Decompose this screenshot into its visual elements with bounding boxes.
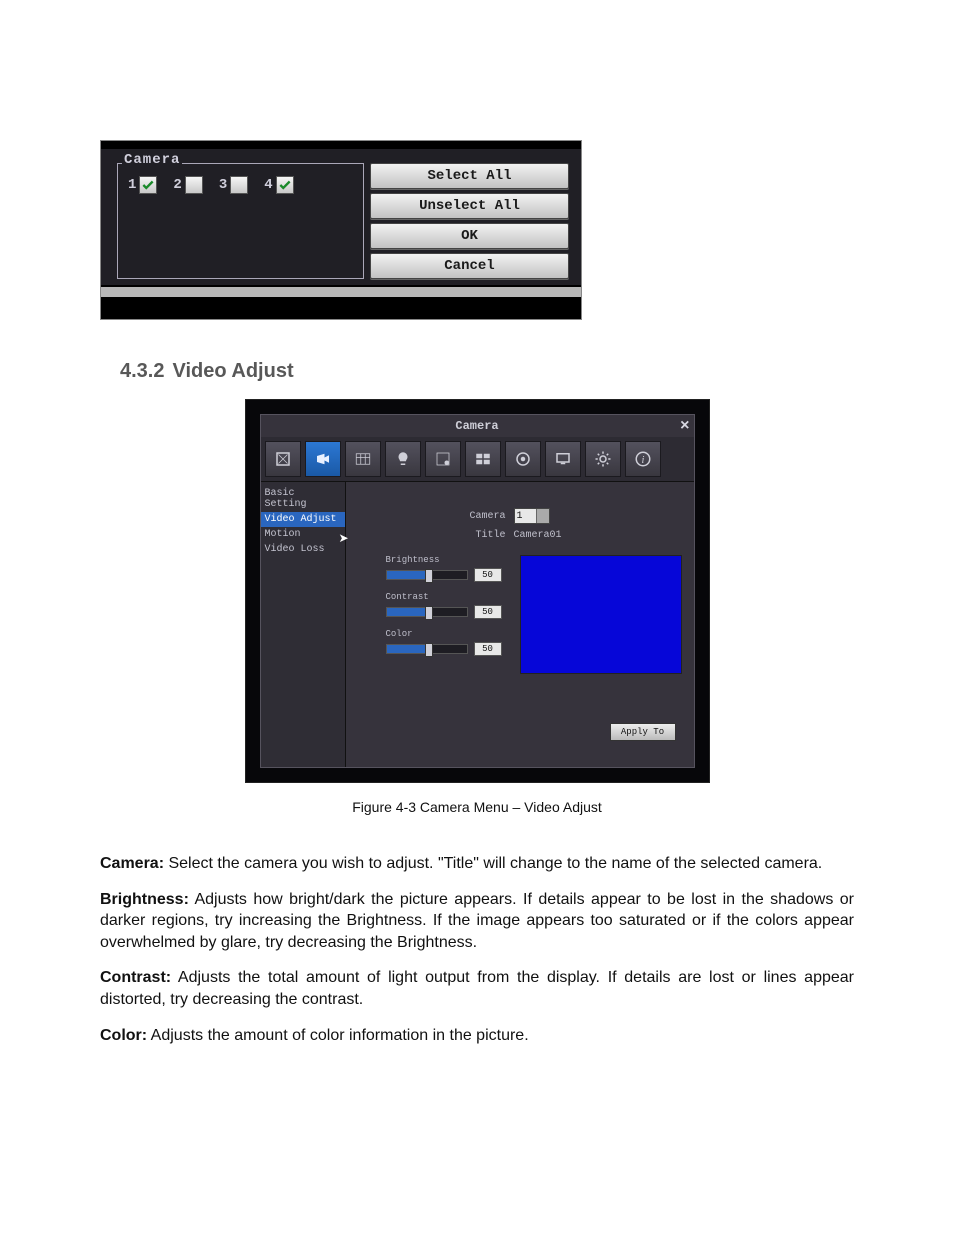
close-icon[interactable]: × [680, 417, 689, 435]
sidebar: Basic Setting Video Adjust Motion Video … [261, 482, 346, 767]
para-camera: Camera: Select the camera you wish to ad… [100, 853, 854, 875]
color-label: Color [386, 629, 506, 639]
toolbar-icon-settings[interactable] [585, 441, 621, 477]
title-value: Camera01 [514, 530, 562, 541]
toolbar-icon-7[interactable] [505, 441, 541, 477]
checkbox-icon[interactable] [276, 176, 294, 194]
toolbar-icon-camera[interactable] [305, 441, 341, 477]
camera-checkbox-label: 2 [173, 177, 181, 193]
video-adjust-screenshot: Camera × i Basic Setting Video Adjust [245, 399, 710, 783]
video-preview [520, 555, 682, 674]
section-title: Video Adjust [172, 360, 293, 382]
camera-legend: Camera [122, 152, 182, 168]
section-heading: 4.3.2 Video Adjust [120, 360, 854, 383]
color-value[interactable]: 50 [474, 642, 502, 656]
para-brightness: Brightness: Adjusts how bright/dark the … [100, 889, 854, 954]
toolbar-icon-4[interactable] [385, 441, 421, 477]
sidebar-item-basic-setting[interactable]: Basic Setting [261, 486, 345, 512]
apply-to-button[interactable]: Apply To [610, 723, 676, 741]
camera-checkbox-label: 4 [264, 177, 272, 193]
toolbar-icon-3[interactable] [345, 441, 381, 477]
camera-checkbox-2[interactable]: 2 [173, 176, 202, 194]
camera-label: Camera [451, 511, 506, 522]
camera-select-panel: Camera 1 2 3 4 Select All Unselect All OK C… [100, 140, 582, 320]
brightness-label: Brightness [386, 555, 506, 565]
toolbar-icon-1[interactable] [265, 441, 301, 477]
sidebar-item-video-loss[interactable]: Video Loss [261, 542, 345, 557]
contrast-label: Contrast [386, 592, 506, 602]
camera-dropdown[interactable]: 1 [514, 508, 550, 524]
brightness-value[interactable]: 50 [474, 568, 502, 582]
toolbar-icon-6[interactable] [465, 441, 501, 477]
section-number: 4.3.2 [120, 360, 164, 382]
toolbar-icon-8[interactable] [545, 441, 581, 477]
camera-checkbox-4[interactable]: 4 [264, 176, 293, 194]
select-all-button[interactable]: Select All [370, 163, 569, 189]
brightness-slider[interactable] [386, 570, 468, 580]
camera-checkbox-3[interactable]: 3 [219, 176, 248, 194]
para-color: Color: Adjusts the amount of color infor… [100, 1025, 854, 1047]
unselect-all-button[interactable]: Unselect All [370, 193, 569, 219]
para-contrast: Contrast: Adjusts the total amount of li… [100, 967, 854, 1010]
title-label: Title [451, 530, 506, 541]
contrast-value[interactable]: 50 [474, 605, 502, 619]
camera-checkbox-label: 3 [219, 177, 227, 193]
figure-caption: Figure 4-3 Camera Menu – Video Adjust [100, 799, 854, 815]
camera-checkbox-1[interactable]: 1 [128, 176, 157, 194]
toolbar-icon-5[interactable] [425, 441, 461, 477]
window-title: Camera [455, 420, 498, 432]
checkbox-icon[interactable] [139, 176, 157, 194]
cancel-button[interactable]: Cancel [370, 253, 569, 279]
color-slider[interactable] [386, 644, 468, 654]
toolbar-icon-info[interactable]: i [625, 441, 661, 477]
camera-checkbox-label: 1 [128, 177, 136, 193]
ok-button[interactable]: OK [370, 223, 569, 249]
camera-fieldset: Camera 1234 [117, 163, 364, 279]
toolbar: i [261, 437, 694, 482]
sidebar-item-video-adjust[interactable]: Video Adjust [261, 512, 345, 527]
svg-text:i: i [641, 455, 644, 466]
sidebar-item-motion[interactable]: Motion [261, 527, 345, 542]
contrast-slider[interactable] [386, 607, 468, 617]
checkbox-icon[interactable] [230, 176, 248, 194]
checkbox-icon[interactable] [185, 176, 203, 194]
